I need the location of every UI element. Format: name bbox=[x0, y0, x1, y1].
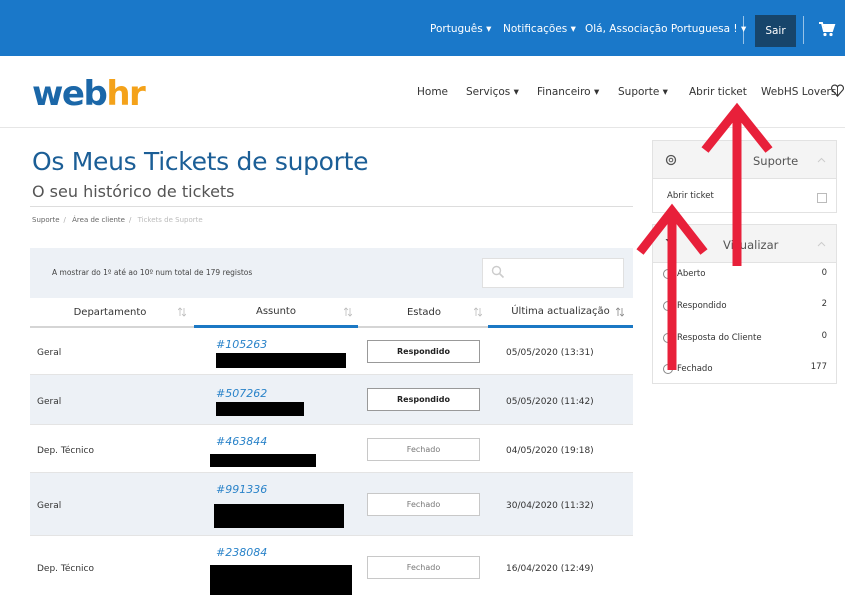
column-last-updated[interactable]: Última actualização bbox=[488, 298, 633, 328]
sidebar-open-ticket[interactable]: Abrir ticket bbox=[667, 191, 714, 201]
breadcrumb-current: Tickets de Suporte bbox=[137, 216, 203, 224]
page-subtitle: O seu histórico de tickets bbox=[32, 182, 235, 201]
column-department[interactable]: Departamento bbox=[30, 298, 190, 326]
chevron-up-icon[interactable] bbox=[817, 241, 826, 247]
row-updated: 05/05/2020 (11:42) bbox=[506, 397, 594, 407]
nav-support[interactable]: Suporte ▾ bbox=[618, 86, 668, 98]
row-department: Geral bbox=[37, 397, 62, 407]
column-subject[interactable]: Assunto bbox=[194, 298, 358, 328]
chevron-up-icon[interactable] bbox=[817, 157, 826, 163]
nav-services[interactable]: Serviços ▾ bbox=[466, 86, 519, 98]
ticket-link[interactable]: #991336 bbox=[216, 483, 267, 496]
redacted-subject bbox=[210, 565, 352, 595]
heart-hands-icon bbox=[830, 84, 845, 97]
nav-home[interactable]: Home bbox=[417, 86, 448, 98]
row-updated: 05/05/2020 (13:31) bbox=[506, 348, 594, 358]
filter-count: 0 bbox=[821, 331, 827, 341]
status-badge: Fechado bbox=[367, 438, 480, 461]
redacted-subject bbox=[210, 454, 316, 467]
ticket-link[interactable]: #238084 bbox=[216, 546, 267, 559]
row-updated: 04/05/2020 (19:18) bbox=[506, 446, 594, 456]
row-updated: 16/04/2020 (12:49) bbox=[506, 564, 594, 574]
support-panel-title: Suporte bbox=[753, 154, 799, 168]
breadcrumb-support[interactable]: Suporte bbox=[32, 216, 60, 224]
page-title: Os Meus Tickets de suporte bbox=[32, 147, 369, 176]
table-row[interactable]: Geral #507262 Respondido 05/05/2020 (11:… bbox=[30, 375, 633, 425]
filter-radio-closed[interactable] bbox=[663, 364, 673, 374]
filter-label: Resposta do Cliente bbox=[677, 333, 762, 343]
nav-webhs-lovers[interactable]: WebHS Lovers bbox=[761, 86, 836, 98]
redacted-subject bbox=[214, 504, 344, 528]
status-badge: Respondido bbox=[367, 388, 480, 411]
filter-count: 0 bbox=[821, 268, 827, 278]
top-bar: Português ▾ Notificações ▾ Olá, Associaç… bbox=[0, 0, 845, 56]
ticket-link[interactable]: #105263 bbox=[216, 338, 267, 351]
row-updated: 30/04/2020 (11:32) bbox=[506, 501, 594, 511]
support-panel-header[interactable]: Suporte bbox=[653, 141, 836, 179]
sort-icon[interactable] bbox=[474, 307, 482, 317]
filter-label: Fechado bbox=[677, 364, 713, 374]
filter-panel-title: Visualizar bbox=[723, 238, 779, 252]
table-row[interactable]: Geral #105263 Respondido 05/05/2020 (13:… bbox=[30, 328, 633, 375]
support-icon bbox=[665, 154, 677, 166]
filter-radio-answered[interactable] bbox=[663, 301, 673, 311]
language-menu[interactable]: Português ▾ bbox=[430, 23, 491, 35]
notifications-menu[interactable]: Notificações ▾ bbox=[503, 23, 576, 35]
status-badge: Fechado bbox=[367, 493, 480, 516]
row-department: Dep. Técnico bbox=[37, 564, 95, 574]
table-row[interactable]: Dep. Técnico #238084 Fechado 16/04/2020 … bbox=[30, 536, 633, 597]
sort-icon[interactable] bbox=[616, 307, 624, 317]
divider bbox=[803, 16, 804, 44]
table-info: A mostrar do 1º até ao 10º num total de … bbox=[52, 268, 253, 277]
breadcrumb: Suporte / Área de cliente / Tickets de Sup… bbox=[32, 216, 203, 224]
filter-radio-customer-reply[interactable] bbox=[663, 333, 673, 343]
ticket-link[interactable]: #507262 bbox=[216, 387, 267, 400]
filter-icon bbox=[665, 239, 677, 249]
nav-open-ticket[interactable]: Abrir ticket bbox=[689, 86, 747, 98]
table-row[interactable]: Dep. Técnico #463844 Fechado 04/05/2020 … bbox=[30, 425, 633, 473]
filter-label: Aberto bbox=[677, 269, 706, 279]
filter-panel-header[interactable]: Visualizar bbox=[653, 225, 836, 263]
filter-count: 2 bbox=[821, 299, 827, 309]
search-input[interactable] bbox=[482, 258, 624, 288]
ticket-link[interactable]: #463844 bbox=[216, 435, 267, 448]
breadcrumb-client-area[interactable]: Área de cliente bbox=[72, 216, 125, 224]
row-department: Geral bbox=[37, 348, 62, 358]
column-status[interactable]: Estado bbox=[360, 298, 488, 326]
filter-label: Respondido bbox=[677, 301, 727, 311]
tickets-table: A mostrar do 1º até ao 10º num total de … bbox=[30, 248, 633, 597]
webhs-logo[interactable]: webhr bbox=[32, 74, 146, 114]
divider bbox=[30, 206, 633, 207]
filter-panel: Visualizar Aberto 0 Respondido 2 Respost… bbox=[652, 224, 837, 384]
nav-finance[interactable]: Financeiro ▾ bbox=[537, 86, 599, 98]
redacted-subject bbox=[216, 353, 346, 368]
support-panel: Suporte Abrir ticket bbox=[652, 140, 837, 213]
filter-radio-open[interactable] bbox=[663, 269, 673, 279]
table-header: Departamento Assunto Estado Última actua… bbox=[30, 298, 633, 328]
new-ticket-icon[interactable] bbox=[817, 193, 827, 203]
filter-count: 177 bbox=[810, 362, 827, 372]
logout-button[interactable]: Sair bbox=[755, 15, 796, 47]
status-badge: Fechado bbox=[367, 556, 480, 579]
table-row[interactable]: Geral #991336 Fechado 30/04/2020 (11:32) bbox=[30, 473, 633, 536]
cart-icon[interactable] bbox=[818, 20, 836, 38]
redacted-subject bbox=[216, 402, 304, 416]
account-menu[interactable]: Olá, Associação Portuguesa ! ▾ bbox=[585, 23, 746, 35]
sort-icon[interactable] bbox=[178, 307, 186, 317]
sort-icon[interactable] bbox=[344, 307, 352, 317]
table-toolbar: A mostrar do 1º até ao 10º num total de … bbox=[30, 248, 633, 298]
search-icon bbox=[491, 265, 505, 279]
divider bbox=[743, 16, 744, 44]
row-department: Dep. Técnico bbox=[37, 446, 95, 456]
row-department: Geral bbox=[37, 501, 62, 511]
status-badge: Respondido bbox=[367, 340, 480, 363]
main-header: webhr Home Serviços ▾ Financeiro ▾ Supor… bbox=[0, 56, 845, 128]
